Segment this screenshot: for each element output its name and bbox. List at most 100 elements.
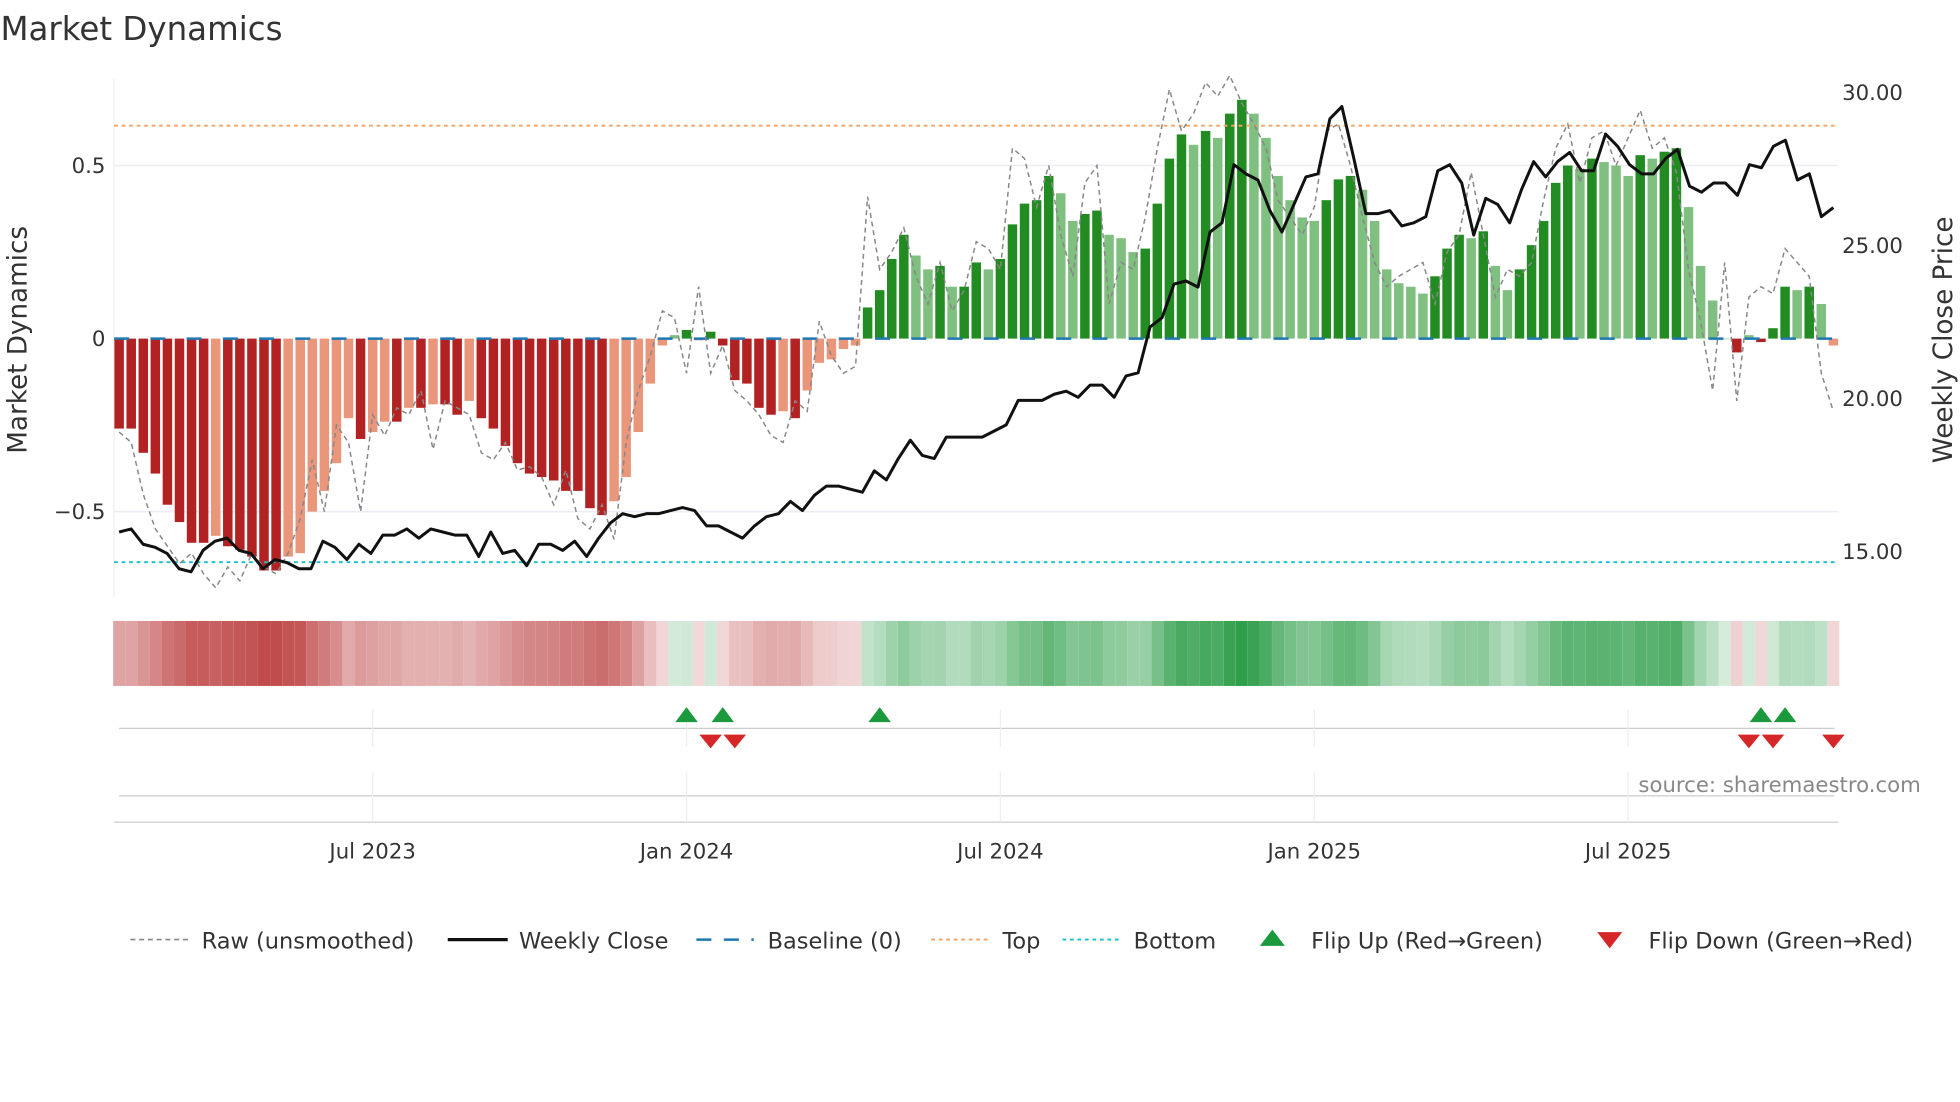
heat-cell [885,620,898,686]
heat-cell [330,620,343,686]
momentum-bar [790,338,800,419]
heat-cell [608,620,621,686]
heat-cell [1368,620,1381,686]
heat-cell [1573,620,1586,686]
heat-cell [1356,620,1369,686]
heat-cell [221,620,234,686]
heat-cell [1259,620,1272,686]
momentum-bar [621,338,631,478]
heat-cell [161,620,174,686]
heat-cell [1272,620,1285,686]
source-label: source: sharemaestro.com [1638,773,1920,798]
momentum-bar [1683,207,1694,339]
momentum-bar [1140,248,1151,339]
momentum-bar [1309,220,1320,339]
momentum-bar [247,338,257,557]
momentum-bar [440,338,450,405]
flip-down-marker [1761,734,1785,749]
momentum-bar [1092,210,1102,339]
momentum-bar [1212,137,1223,339]
heat-cell [897,620,910,686]
momentum-bar [259,338,269,571]
x-tick-label: Jan 2025 [1266,839,1362,864]
momentum-bar [1176,134,1187,339]
momentum-bar [283,338,293,557]
momentum-bar [1080,214,1090,339]
momentum-bar [1514,269,1525,339]
heat-cell [1803,620,1816,686]
momentum-bar [319,338,330,491]
momentum-bar [766,338,776,415]
heat-cell [245,620,258,686]
heat-cell [1127,620,1140,686]
momentum-bar [1780,286,1790,339]
heat-cell [1779,620,1792,686]
momentum-bar [114,338,124,429]
momentum-bar [524,338,535,474]
heat-cell [1018,620,1031,686]
heat-cell [282,620,295,686]
heat-cell [1730,620,1743,686]
right-axis-label: Weekly Close Price [1929,217,1959,464]
heat-cell [1380,620,1393,686]
heat-cell [1296,620,1309,686]
momentum-bar [1623,175,1633,339]
momentum-bar [899,234,909,339]
heat-cell [1622,620,1635,686]
momentum-bar [1478,231,1489,339]
momentum-bar [1019,203,1030,339]
momentum-bar [1647,158,1658,339]
heat-cell [1694,620,1707,686]
heat-strip [113,620,1840,686]
momentum-bar [295,338,305,554]
legend-flip-down-icon [1597,932,1623,949]
momentum-bar [1550,182,1561,339]
heat-cell [873,620,886,686]
momentum-bar [1816,303,1827,339]
momentum-bar [935,265,945,339]
heat-cell [1489,620,1502,686]
momentum-bar [198,338,209,543]
heat-cell [1090,620,1103,686]
legend-label: Flip Up (Red→Green) [1311,928,1543,954]
heat-cell [1211,620,1224,686]
momentum-bar [404,338,414,408]
momentum-bar [464,338,474,401]
momentum-bar [874,290,885,339]
momentum-bar [1659,151,1670,339]
heat-cell [825,620,838,686]
left-axis-label: Market Dynamics [4,226,34,454]
heat-cell [1525,620,1538,686]
heat-cell [1465,620,1478,686]
heat-cell [547,620,560,686]
momentum-bar [1526,245,1537,339]
momentum-bar [162,338,173,505]
momentum-bar [174,338,185,523]
legend-label: Weekly Close [519,928,668,954]
momentum-bar [235,338,245,550]
heat-cell [1187,620,1200,686]
momentum-bar [911,255,921,339]
momentum-bar [826,338,837,360]
heat-cell [1042,620,1055,686]
momentum-bar [512,338,523,464]
heat-cell [777,620,790,686]
heat-cell [1477,620,1490,686]
heat-cell [511,620,524,686]
momentum-bar [573,338,583,491]
heat-cell [1151,620,1164,686]
heat-cell [137,620,150,686]
momentum-bar [1563,165,1573,339]
momentum-bar [597,338,607,516]
momentum-bar [548,338,559,481]
momentum-bar [1104,234,1114,339]
momentum-bar [476,338,487,419]
momentum-bar [1261,137,1271,339]
heat-cell [149,620,162,686]
left-tick-label: 0.5 [72,154,106,179]
momentum-bar [1538,220,1549,339]
heat-cell [414,620,427,686]
heat-cell [1513,620,1526,686]
heat-cell [523,620,536,686]
heat-cell [596,620,609,686]
